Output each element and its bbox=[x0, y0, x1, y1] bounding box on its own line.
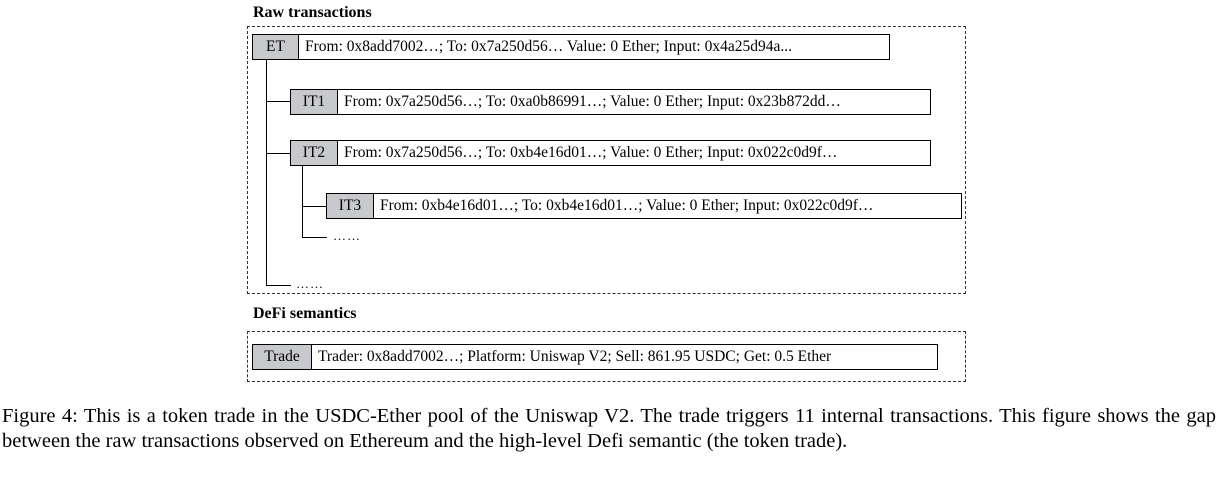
figure-caption: Figure 4: This is a token trade in the U… bbox=[2, 405, 1216, 452]
it2-tag: IT2 bbox=[291, 141, 338, 165]
it3-description: From: 0xb4e16d01…; To: 0xb4e16d01…; Valu… bbox=[380, 197, 874, 214]
it1-tag: IT1 bbox=[291, 90, 338, 114]
internal-transaction-row-2: IT2 From: 0x7a250d56…; To: 0xb4e16d01…; … bbox=[290, 140, 931, 166]
internal-transaction-row-1: IT1 From: 0x7a250d56…; To: 0xa0b86991…; … bbox=[290, 89, 931, 115]
trade-row: Trade Trader: 0x8add7002…; Platform: Uni… bbox=[252, 344, 938, 370]
tree-branch-it2 bbox=[266, 153, 291, 154]
it1-description: From: 0x7a250d56…; To: 0xa0b86991…; Valu… bbox=[344, 93, 841, 110]
defi-semantics-title: DeFi semantics bbox=[253, 305, 357, 322]
external-transaction-row: ET From: 0x8add7002…; To: 0x7a250d56… Va… bbox=[252, 34, 890, 60]
tree-branch-it3 bbox=[302, 206, 327, 207]
inner-ellipsis: …… bbox=[333, 228, 361, 243]
it2-description: From: 0x7a250d56…; To: 0xb4e16d01…; Valu… bbox=[344, 144, 838, 161]
tree-branch-outer-ellipsis bbox=[266, 285, 291, 286]
et-description: From: 0x8add7002…; To: 0x7a250d56… Value… bbox=[305, 38, 792, 55]
it3-tag: IT3 bbox=[327, 194, 374, 218]
internal-transaction-row-3: IT3 From: 0xb4e16d01…; To: 0xb4e16d01…; … bbox=[326, 193, 962, 219]
et-tag: ET bbox=[253, 35, 299, 59]
tree-branch-inner-ellipsis bbox=[302, 237, 327, 238]
tree-connector-it2 bbox=[302, 166, 303, 237]
outer-ellipsis: …… bbox=[296, 276, 324, 291]
raw-transactions-title: Raw transactions bbox=[253, 4, 372, 21]
tree-connector-main bbox=[266, 60, 267, 285]
tree-branch-it1 bbox=[266, 101, 291, 102]
trade-tag: Trade bbox=[253, 345, 312, 369]
trade-description: Trader: 0x8add7002…; Platform: Uniswap V… bbox=[318, 348, 832, 365]
